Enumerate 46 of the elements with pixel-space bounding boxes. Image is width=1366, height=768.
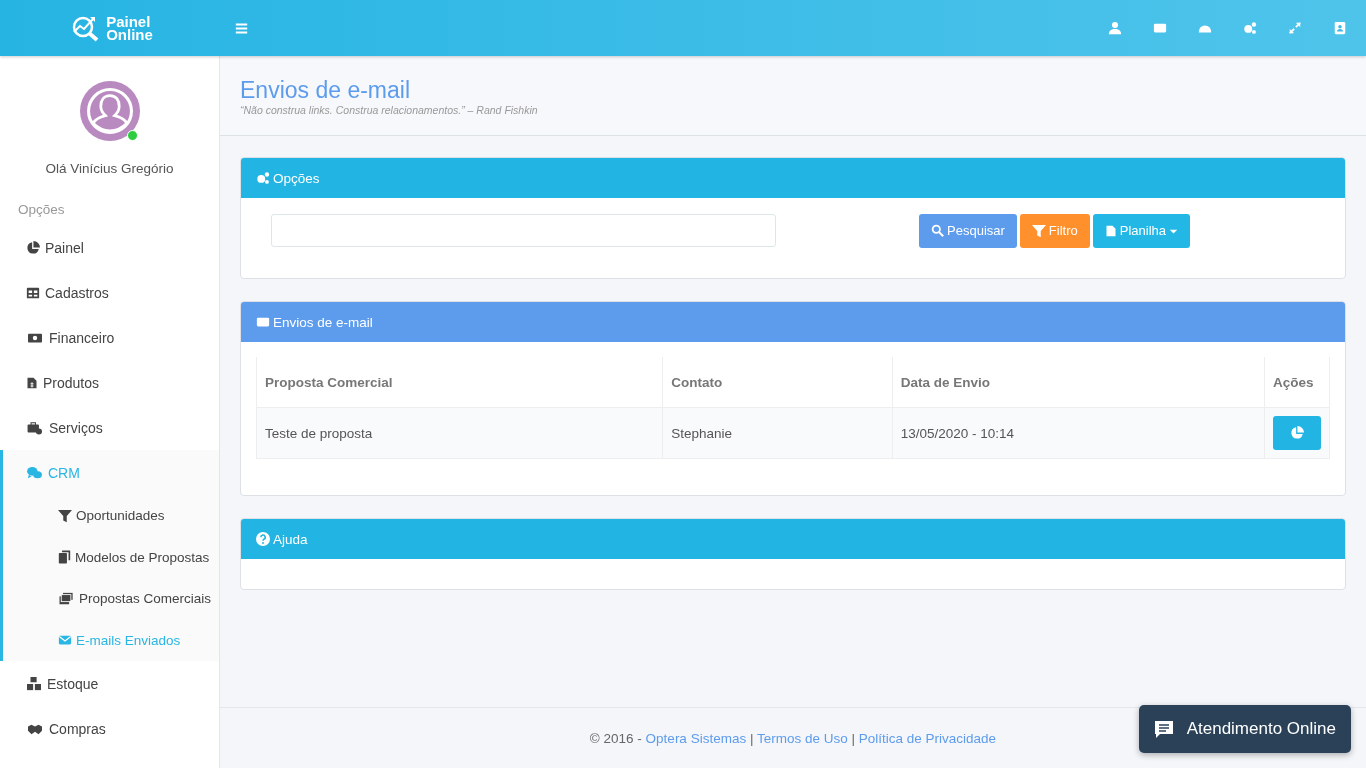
user-greeting: Olá Vinícius Gregório bbox=[44, 161, 175, 176]
table-cell: Teste de proposta bbox=[256, 407, 663, 459]
menu-icon bbox=[235, 21, 248, 35]
filter-icon bbox=[1031, 223, 1046, 238]
table-cell: 13/05/2020 - 10:14 bbox=[892, 407, 1265, 459]
page-quote: “Não construa links. Construa relacionamentos.” – Rand Fishkin bbox=[240, 104, 539, 116]
help-icon bbox=[256, 532, 270, 546]
menu-item-icon bbox=[26, 465, 43, 480]
sidebar-item[interactable]: Produtos bbox=[0, 360, 219, 405]
sidebar-item[interactable]: Estoque bbox=[0, 661, 219, 706]
panel-title: Envios de e-mail bbox=[273, 314, 373, 330]
user-icon bbox=[1107, 21, 1122, 35]
menu-item-icon bbox=[26, 285, 40, 300]
menu-item-icon bbox=[26, 375, 38, 390]
person-silhouette-icon bbox=[86, 88, 133, 134]
logo-text: Painel bbox=[106, 15, 151, 28]
sidebar-item[interactable]: Painel bbox=[0, 225, 219, 270]
logo-text: Online bbox=[106, 28, 153, 41]
menu-item-icon bbox=[26, 420, 44, 435]
page-title: Envios de e-mail bbox=[240, 76, 412, 104]
pie-chart-icon bbox=[1290, 426, 1304, 440]
contact-book-icon bbox=[1332, 21, 1347, 35]
sidebar-item[interactable]: Serviços bbox=[0, 405, 219, 450]
expand-icon bbox=[1287, 21, 1302, 35]
table-cell: Stephanie bbox=[662, 407, 893, 459]
sidebar-item[interactable]: Compras bbox=[0, 706, 219, 751]
menu-item-icon bbox=[58, 591, 75, 606]
menu-item-icon bbox=[26, 240, 40, 255]
sidebar-item[interactable]: Financeiro bbox=[0, 315, 219, 360]
online-support-button[interactable]: Atendimento Online bbox=[1138, 705, 1351, 753]
menu-item-icon bbox=[58, 508, 72, 523]
document-icon bbox=[1104, 223, 1117, 238]
sidebar-item[interactable]: Cadastros bbox=[0, 270, 219, 315]
search-icon bbox=[931, 224, 945, 237]
submenu-item[interactable]: Oportunidades bbox=[3, 495, 219, 537]
sidebar-section-label: Opções bbox=[18, 202, 66, 217]
panel-title: Opções bbox=[273, 170, 320, 186]
footer-text: © 2016 - Optera Sistemas | Termos de Uso | Política de Privacidade bbox=[589, 730, 997, 746]
submenu-item[interactable]: Propostas Comerciais bbox=[3, 578, 219, 620]
menu-item-icon bbox=[26, 676, 42, 691]
search-field[interactable] bbox=[271, 214, 776, 247]
panel-title: Ajuda bbox=[273, 531, 308, 547]
submenu-item[interactable]: Modelos de Propostas bbox=[3, 536, 219, 578]
chart-action-button[interactable] bbox=[1273, 416, 1321, 450]
menu-item-icon bbox=[58, 550, 71, 565]
chat-bubble-icon bbox=[1153, 719, 1174, 739]
